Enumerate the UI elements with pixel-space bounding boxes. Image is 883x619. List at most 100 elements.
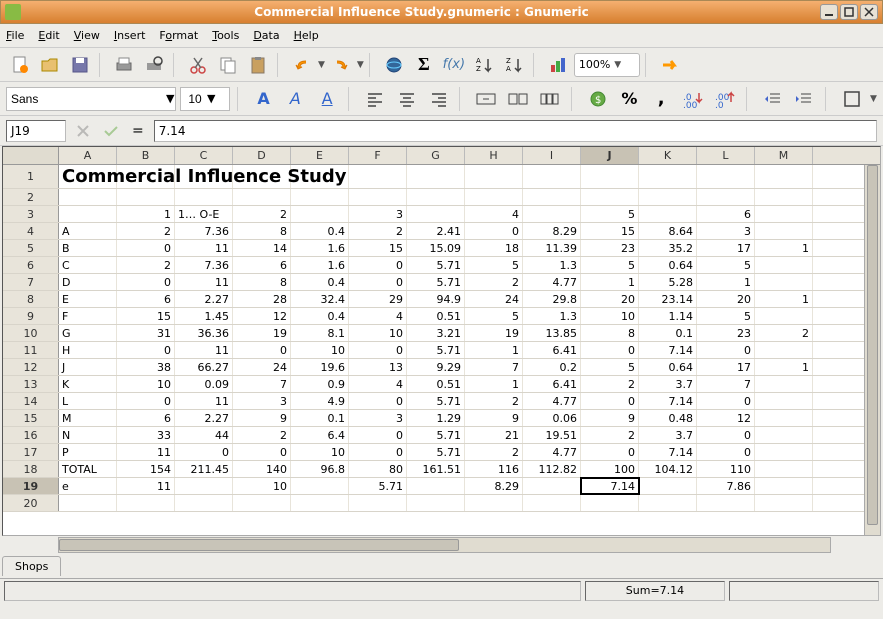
cell[interactable]: [117, 495, 175, 511]
cell[interactable]: 0.4: [291, 274, 349, 290]
font-family-input[interactable]: [11, 92, 166, 106]
cell[interactable]: 5.71: [407, 393, 465, 409]
cell[interactable]: 1: [117, 206, 175, 222]
new-button[interactable]: [6, 51, 34, 79]
cell[interactable]: 3: [697, 223, 755, 239]
underline-button[interactable]: A: [313, 85, 341, 113]
cell[interactable]: [407, 206, 465, 222]
cell[interactable]: 19: [233, 325, 291, 341]
cell[interactable]: 6.41: [523, 342, 581, 358]
cell[interactable]: 94.9: [407, 291, 465, 307]
horizontal-scrollbar[interactable]: [58, 537, 831, 553]
cell[interactable]: [639, 165, 697, 188]
cell[interactable]: [291, 495, 349, 511]
cell[interactable]: 0: [349, 393, 407, 409]
cell[interactable]: 0: [233, 342, 291, 358]
cell[interactable]: 29.8: [523, 291, 581, 307]
column-header[interactable]: L: [697, 147, 755, 164]
cell-reference-input[interactable]: J19: [6, 120, 66, 142]
cell[interactable]: 5: [581, 206, 639, 222]
redo-dropdown-icon[interactable]: ▼: [357, 60, 364, 70]
v-scroll-thumb[interactable]: [867, 165, 878, 525]
cell[interactable]: [755, 376, 813, 392]
cell[interactable]: 18: [465, 240, 523, 256]
cell[interactable]: 0: [697, 393, 755, 409]
zoom-select[interactable]: 100% ▼: [574, 53, 640, 77]
cell[interactable]: [697, 495, 755, 511]
open-button[interactable]: [36, 51, 64, 79]
cell[interactable]: 7.14: [639, 393, 697, 409]
cell[interactable]: 23: [697, 325, 755, 341]
column-header[interactable]: J: [581, 147, 639, 164]
cell[interactable]: TOTAL: [59, 461, 117, 477]
cell[interactable]: [465, 165, 523, 188]
cell[interactable]: [349, 165, 407, 188]
cell[interactable]: J: [59, 359, 117, 375]
column-header[interactable]: B: [117, 147, 175, 164]
increase-indent-button[interactable]: [790, 85, 818, 113]
cell[interactable]: 7: [697, 376, 755, 392]
cell[interactable]: 29: [349, 291, 407, 307]
row-header[interactable]: 20: [3, 495, 59, 511]
cell[interactable]: 2: [581, 427, 639, 443]
cell[interactable]: 21: [465, 427, 523, 443]
cell[interactable]: 23: [581, 240, 639, 256]
cell[interactable]: 112.82: [523, 461, 581, 477]
cell[interactable]: 15: [349, 240, 407, 256]
cell[interactable]: [465, 189, 523, 205]
cell[interactable]: 15: [117, 308, 175, 324]
cell[interactable]: 44: [175, 427, 233, 443]
cell[interactable]: [581, 189, 639, 205]
currency-button[interactable]: $: [584, 85, 612, 113]
cell[interactable]: [117, 189, 175, 205]
row-header[interactable]: 7: [3, 274, 59, 290]
cell[interactable]: 12: [233, 308, 291, 324]
cell[interactable]: 4: [349, 376, 407, 392]
menu-tools[interactable]: Tools: [212, 29, 239, 42]
column-header[interactable]: K: [639, 147, 697, 164]
cell[interactable]: 8: [581, 325, 639, 341]
column-header[interactable]: D: [233, 147, 291, 164]
cell[interactable]: 0.9: [291, 376, 349, 392]
cell[interactable]: 6.41: [523, 376, 581, 392]
cell[interactable]: 14: [233, 240, 291, 256]
cell[interactable]: [407, 478, 465, 494]
cell[interactable]: [755, 342, 813, 358]
select-all-corner[interactable]: [3, 147, 59, 164]
cell[interactable]: 1.6: [291, 240, 349, 256]
cell[interactable]: 2.41: [407, 223, 465, 239]
print-button[interactable]: [110, 51, 138, 79]
align-left-button[interactable]: [361, 85, 389, 113]
cell[interactable]: 3.7: [639, 376, 697, 392]
cell[interactable]: 1: [755, 240, 813, 256]
cell[interactable]: 2: [465, 393, 523, 409]
sort-asc-button[interactable]: AZ: [470, 51, 498, 79]
cell[interactable]: 1.3: [523, 257, 581, 273]
cell[interactable]: Commercial Influence Study: [59, 165, 117, 188]
menu-insert[interactable]: Insert: [114, 29, 146, 42]
cell[interactable]: 11: [175, 274, 233, 290]
cell[interactable]: 0.06: [523, 410, 581, 426]
cell[interactable]: H: [59, 342, 117, 358]
cell[interactable]: D: [59, 274, 117, 290]
cell[interactable]: 2: [117, 223, 175, 239]
cell[interactable]: [755, 308, 813, 324]
cell[interactable]: [523, 165, 581, 188]
cell[interactable]: 0.4: [291, 223, 349, 239]
row-header[interactable]: 10: [3, 325, 59, 341]
cell[interactable]: 116: [465, 461, 523, 477]
column-header[interactable]: G: [407, 147, 465, 164]
italic-button[interactable]: A: [281, 85, 309, 113]
cell[interactable]: 9: [581, 410, 639, 426]
cell[interactable]: 154: [117, 461, 175, 477]
cell[interactable]: 5.71: [407, 274, 465, 290]
cell[interactable]: 0: [349, 257, 407, 273]
cell[interactable]: [175, 189, 233, 205]
cell[interactable]: 0: [117, 274, 175, 290]
h-scroll-thumb[interactable]: [59, 539, 459, 551]
cell[interactable]: 15.09: [407, 240, 465, 256]
cell[interactable]: 0.1: [639, 325, 697, 341]
paste-button[interactable]: [244, 51, 272, 79]
cell[interactable]: [349, 495, 407, 511]
row-header[interactable]: 5: [3, 240, 59, 256]
